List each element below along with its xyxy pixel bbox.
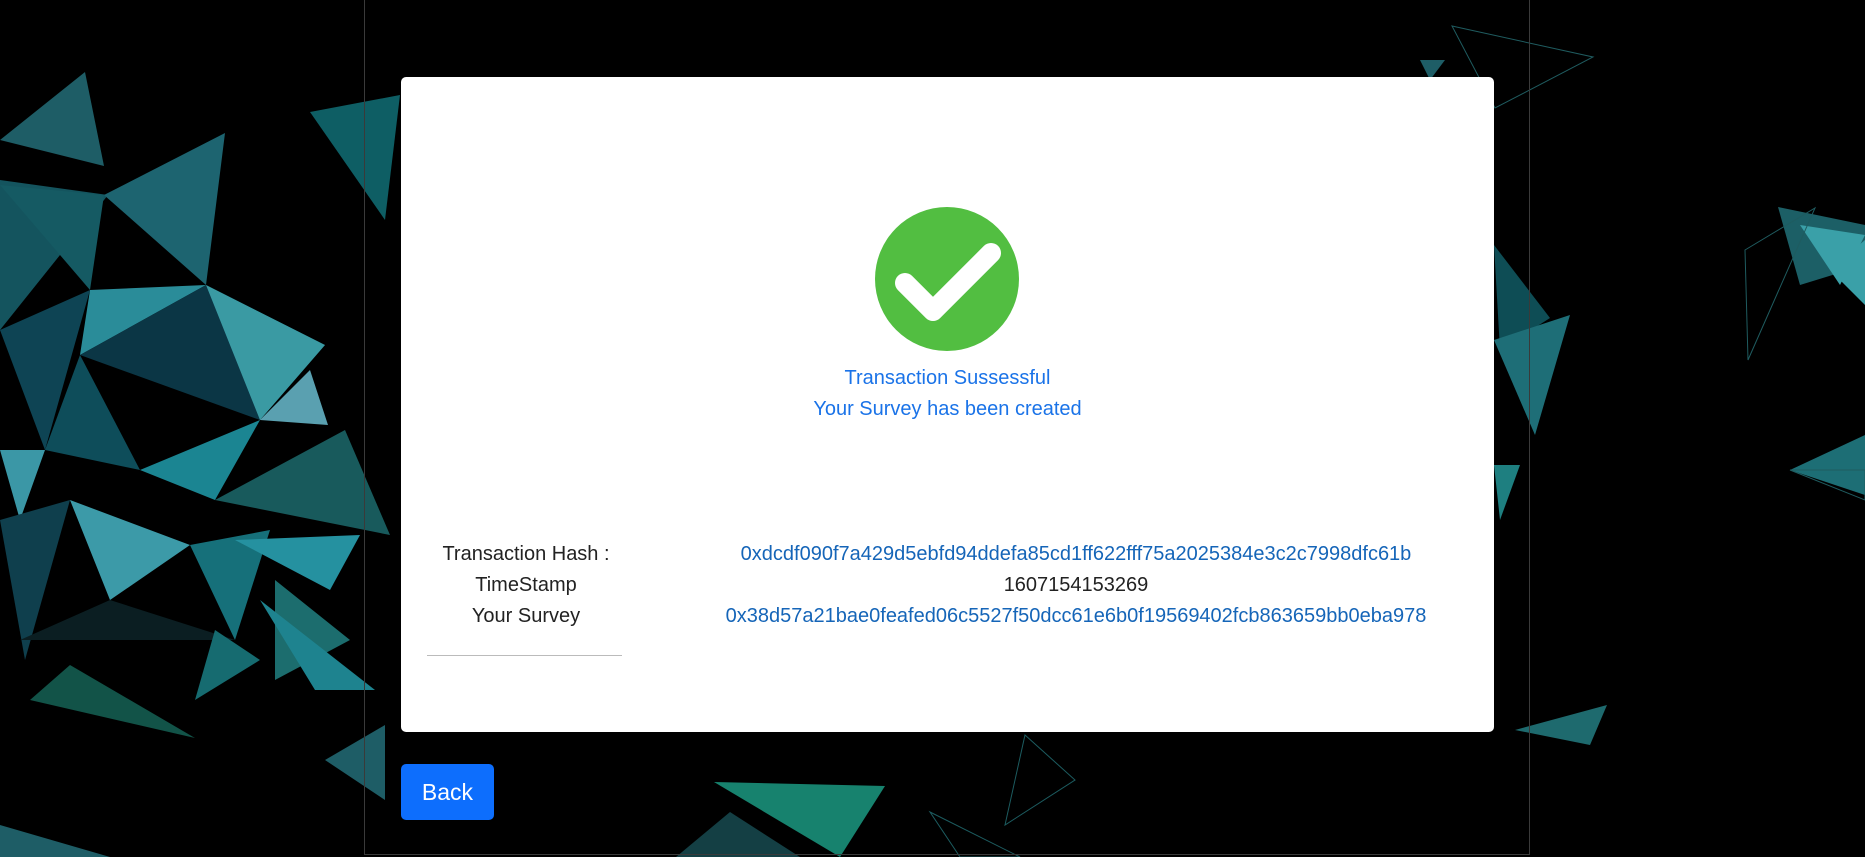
success-subtitle: Your Survey has been created [813,398,1082,420]
transaction-hash-link[interactable]: 0xdcdf090f7a429d5ebfd94ddefa85cd1ff622ff… [661,543,1491,566]
timestamp-label: TimeStamp [475,574,577,596]
divider [427,655,622,656]
check-circle-icon [875,207,1019,351]
survey-label: Your Survey [471,605,581,627]
success-title: Transaction Sussessful [844,367,1051,389]
timestamp-value: 1607154153269 [1003,574,1149,596]
back-button[interactable]: Back [401,764,494,820]
transaction-hash-label: Transaction Hash : [442,543,610,565]
result-card: Transaction Sussessful Your Survey has b… [401,77,1494,732]
survey-address-link[interactable]: 0x38d57a21bae0feafed06c5527f50dcc61e6b0f… [661,605,1491,628]
